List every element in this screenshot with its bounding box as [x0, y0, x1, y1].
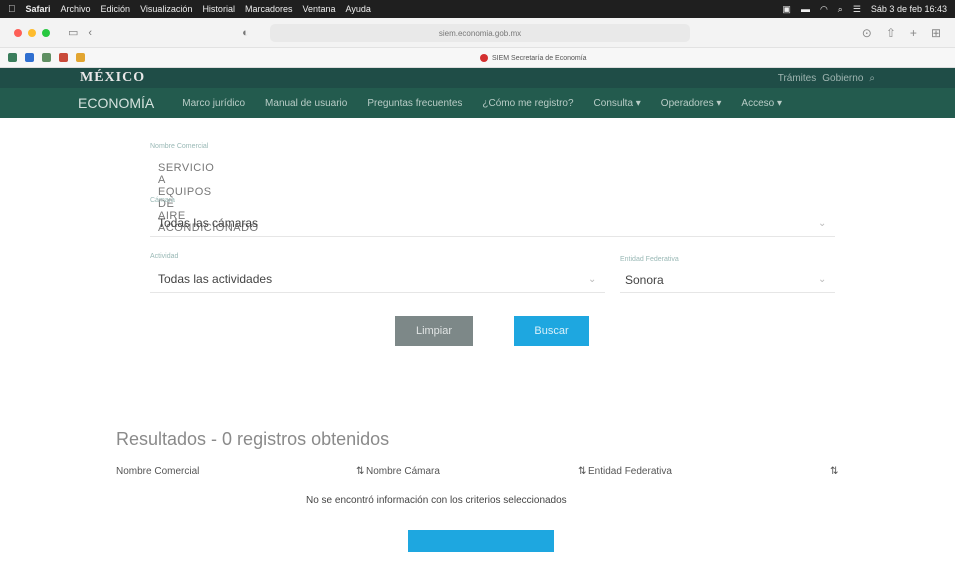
sort-icon[interactable]: ⇅ [356, 466, 364, 477]
nav-manual-usuario[interactable]: Manual de usuario [265, 98, 347, 109]
nav-como-registro[interactable]: ¿Cómo me registro? [482, 98, 573, 109]
chamber-select[interactable]: Todas las cámaras [158, 216, 258, 230]
nav-acceso[interactable]: Acceso ▾ [741, 98, 782, 109]
menu-ayuda[interactable]: Ayuda [346, 4, 371, 14]
divider [620, 292, 835, 293]
favorite-icon[interactable] [59, 53, 68, 62]
column-header-nombre-camara[interactable]: Nombre Cámara [366, 466, 440, 477]
chamber-label: Cámara [150, 197, 175, 204]
menu-app-name[interactable]: Safari [26, 4, 51, 14]
control-center-icon[interactable]: ☰ [853, 4, 861, 15]
address-bar-url: siem.economia.gob.mx [438, 28, 522, 38]
tab-favicon-icon [480, 54, 488, 62]
state-label: Entidad Federativa [620, 256, 679, 263]
new-tab-icon[interactable]: + [910, 26, 917, 40]
browser-toolbar: ▭ ‹ ◐ siem.economia.gob.mx ⊙ ⇧ + ⊞ [0, 18, 955, 48]
status-icon[interactable]: ▣ [782, 4, 791, 15]
tab-title: SIEM Secretaría de Economía [492, 54, 587, 62]
minimize-window-button[interactable] [28, 28, 36, 37]
menu-historial[interactable]: Historial [202, 4, 235, 14]
menu-archivo[interactable]: Archivo [61, 4, 91, 14]
wifi-icon[interactable]: ◠ [820, 4, 828, 15]
empty-results-message: No se encontró información con los crite… [306, 495, 567, 506]
back-icon[interactable]: ‹ [88, 27, 92, 39]
chevron-down-icon[interactable]: ⌄ [588, 274, 596, 285]
apple-icon[interactable]:  [8, 4, 16, 15]
menu-marcadores[interactable]: Marcadores [245, 4, 293, 14]
window-controls [14, 28, 50, 37]
activity-select[interactable]: Todas las actividades [158, 272, 272, 286]
battery-icon[interactable]: ▬ [801, 4, 810, 14]
favorites-bar: SIEM Secretaría de Economía [0, 48, 955, 68]
search-button[interactable]: Buscar [514, 316, 589, 346]
nav-operadores[interactable]: Operadores ▾ [661, 98, 722, 109]
chevron-down-icon[interactable]: ⌄ [818, 274, 826, 285]
link-tramites[interactable]: Trámites [778, 73, 817, 84]
mexico-logo[interactable]: MÉXICO [80, 70, 145, 86]
results-title: Resultados - 0 registros obtenidos [116, 429, 390, 449]
address-bar[interactable]: siem.economia.gob.mx [270, 24, 690, 42]
column-header-nombre-comercial[interactable]: Nombre Comercial [116, 466, 199, 477]
menu-ventana[interactable]: Ventana [302, 4, 335, 14]
search-field-label: Nombre Comercial [150, 143, 209, 150]
nav-consulta[interactable]: Consulta ▾ [594, 98, 641, 109]
chevron-down-icon[interactable]: ⌄ [818, 218, 826, 229]
export-button[interactable] [408, 530, 554, 552]
search-input[interactable]: SERVICIO A EQUIPOS DE AIRE ACONDICIONADO [158, 162, 258, 234]
clear-button[interactable]: Limpiar [395, 316, 473, 346]
sidebar-icon[interactable]: ▭ [68, 26, 78, 39]
menubar-clock[interactable]: Sáb 3 de feb 16:43 [871, 4, 947, 14]
main-nav: ECONOMÍA Marco jurídico Manual de usuari… [0, 88, 955, 118]
nav-marco-juridico[interactable]: Marco jurídico [182, 98, 245, 109]
brand-economia[interactable]: ECONOMÍA [78, 95, 154, 111]
macos-menubar:  Safari Archivo Edición Visualización H… [0, 0, 955, 18]
share-icon[interactable]: ⇧ [886, 26, 896, 40]
link-gobierno[interactable]: Gobierno [822, 73, 863, 84]
menu-visualizacion[interactable]: Visualización [140, 4, 192, 14]
favorite-icon[interactable] [42, 53, 51, 62]
tabs-overview-icon[interactable]: ⊞ [931, 26, 941, 40]
favorite-icon[interactable] [8, 53, 17, 62]
state-select[interactable]: Sonora [625, 273, 664, 287]
favorite-icon[interactable] [25, 53, 34, 62]
close-window-button[interactable] [14, 28, 22, 37]
favorite-icon[interactable] [76, 53, 85, 62]
search-icon[interactable]: ⌕ [869, 73, 875, 84]
search-icon[interactable]: ⌕ [838, 4, 843, 15]
activity-label: Actividad [150, 253, 179, 260]
privacy-icon[interactable]: ◐ [242, 27, 249, 39]
column-header-entidad-federativa[interactable]: Entidad Federativa [588, 466, 672, 477]
active-tab[interactable]: SIEM Secretaría de Economía [480, 51, 587, 65]
nav-preguntas-frecuentes[interactable]: Preguntas frecuentes [367, 98, 462, 109]
zoom-window-button[interactable] [42, 28, 50, 37]
menu-edicion[interactable]: Edición [101, 4, 131, 14]
download-icon[interactable]: ⊙ [862, 26, 872, 40]
sort-icon[interactable]: ⇅ [578, 466, 586, 477]
gov-header: MÉXICO Trámites Gobierno ⌕ [0, 68, 955, 88]
page-content: Nombre Comercial SERVICIO A EQUIPOS DE A… [0, 118, 955, 584]
divider [150, 292, 605, 293]
sort-icon[interactable]: ⇅ [830, 466, 838, 477]
divider [150, 236, 835, 237]
